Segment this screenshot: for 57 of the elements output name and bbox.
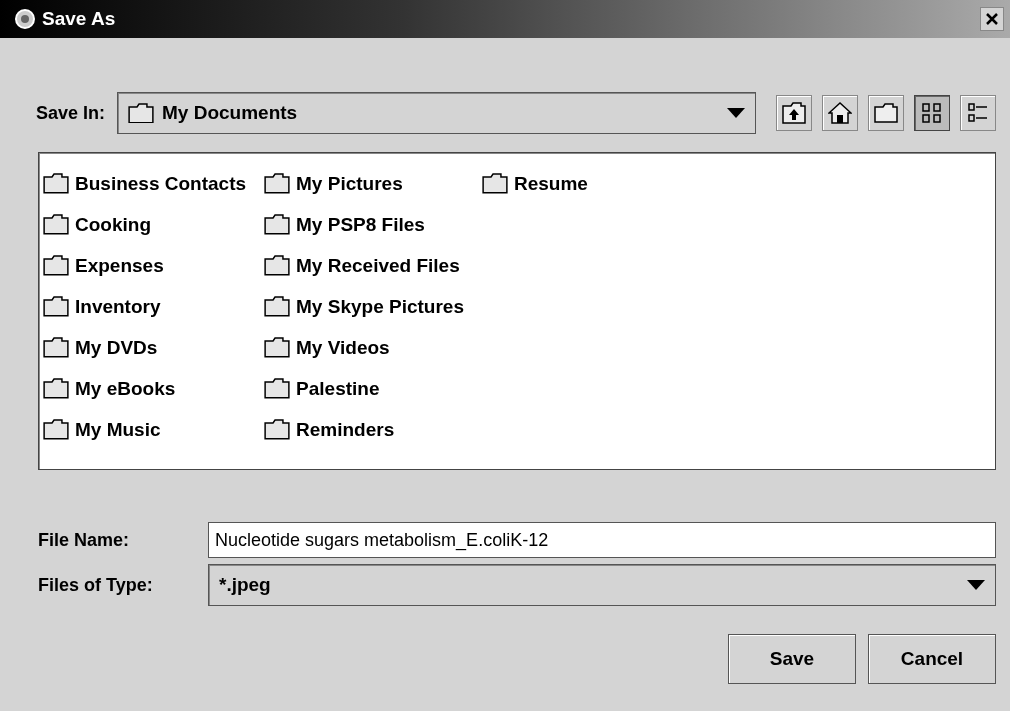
toolbar-button[interactable] xyxy=(822,95,858,131)
folder-icon xyxy=(264,214,291,235)
folder-icon xyxy=(43,296,69,317)
caret-icon xyxy=(967,580,985,590)
folder-icon xyxy=(43,419,69,440)
folder-name[interactable]: My Skype Pictures xyxy=(296,295,464,318)
folder-name[interactable]: My Received Files xyxy=(296,254,460,277)
folder-name[interactable]: Palestine xyxy=(296,377,380,400)
folder-name[interactable]: Reminders xyxy=(296,418,395,441)
folder-name[interactable]: My PSP8 Files xyxy=(296,213,425,236)
file-type-label: Files of Type: xyxy=(38,574,154,596)
folder-icon xyxy=(128,102,155,124)
folder-icon xyxy=(43,255,69,276)
save-button[interactable]: Save xyxy=(728,634,856,684)
folder-name[interactable]: Inventory xyxy=(75,295,161,318)
file-type-dropdown[interactable]: *.jpeg xyxy=(208,564,996,606)
grid-view-icon xyxy=(921,102,943,124)
app-icon xyxy=(14,8,36,30)
toolbar-button[interactable] xyxy=(868,95,904,131)
dropdown-value: My Documents xyxy=(162,102,299,124)
folder-name[interactable]: Expenses xyxy=(75,254,164,277)
folder-icon xyxy=(264,337,291,358)
folder-name[interactable]: My Videos xyxy=(296,336,390,359)
folder-icon xyxy=(264,255,291,276)
file-name-label: File Name: xyxy=(38,529,131,551)
details-view-icon xyxy=(967,102,989,124)
toolbar-button[interactable] xyxy=(776,95,812,131)
caret-icon xyxy=(727,108,745,118)
folder-icon xyxy=(43,173,69,194)
save-in-dropdown[interactable]: My Documents xyxy=(117,92,756,134)
folder-icon xyxy=(43,378,69,399)
folder-name[interactable]: My Music xyxy=(75,418,161,441)
folder-name[interactable]: My Pictures xyxy=(296,172,403,195)
close-icon xyxy=(986,13,998,25)
save-in-label: Save In: xyxy=(36,102,106,124)
folder-name[interactable]: My eBooks xyxy=(75,377,176,400)
home-icon xyxy=(828,102,852,124)
folder-icon xyxy=(264,296,291,317)
folder-name[interactable]: Business Contacts xyxy=(75,172,247,195)
folder-up-icon xyxy=(782,102,806,124)
toolbar-button[interactable] xyxy=(960,95,996,131)
dropdown-value: *.jpeg xyxy=(219,574,272,596)
close-button[interactable] xyxy=(980,7,1004,31)
folder-icon xyxy=(43,214,69,235)
file-name-field[interactable]: Nucleotide sugars metabolism_E.coliK-12 xyxy=(208,522,996,558)
folder-icon xyxy=(264,419,291,440)
folder-icon xyxy=(874,103,898,123)
folder-name[interactable]: My DVDs xyxy=(75,336,158,359)
folder-icon xyxy=(43,337,69,358)
window-title: Save As xyxy=(42,8,117,30)
folder-icon xyxy=(264,378,291,399)
folder-icon xyxy=(264,173,291,194)
folder-name[interactable]: Cooking xyxy=(75,213,151,236)
toolbar-button[interactable] xyxy=(914,95,950,131)
cancel-button[interactable]: Cancel xyxy=(868,634,996,684)
folder-icon xyxy=(481,173,508,194)
folder-name[interactable]: Resume xyxy=(513,172,588,195)
